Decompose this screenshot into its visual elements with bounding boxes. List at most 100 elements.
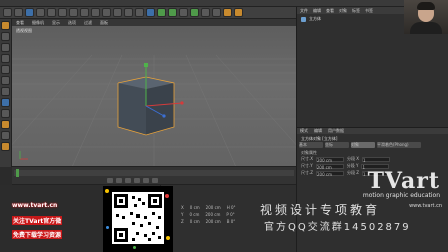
presenter-hair [417, 2, 435, 10]
size-y-field[interactable]: 200 cm [315, 163, 344, 170]
coord-z-size[interactable]: 200 cm [206, 219, 221, 224]
om-menu-file[interactable]: 文件 [300, 8, 308, 14]
presenter-body [410, 22, 442, 34]
undo-icon[interactable] [3, 8, 12, 17]
select-icon[interactable] [25, 8, 34, 17]
move-icon[interactable] [36, 8, 45, 17]
scale-icon[interactable] [47, 8, 56, 17]
seg-z-field[interactable]: 1 [362, 170, 391, 177]
viewport-menu-view[interactable]: 查看 [16, 20, 24, 26]
decor-dot [105, 189, 109, 193]
points-mode-icon[interactable] [1, 65, 10, 74]
axis-mode-icon[interactable] [1, 54, 10, 63]
attr-menu-mode[interactable]: 模式 [300, 128, 308, 134]
tab-coord-label: 坐标 [325, 142, 333, 147]
om-menu-objects[interactable]: 对象 [339, 8, 347, 14]
seg-x-label: 分段 X [347, 156, 360, 161]
cube-primitive-icon[interactable] [146, 8, 155, 17]
attr-menu-userdata[interactable]: 用户数据 [328, 128, 344, 134]
generator-icon[interactable] [157, 8, 166, 17]
object-list-item[interactable]: 立方体 [301, 16, 321, 22]
scene-icon[interactable] [212, 8, 221, 17]
tab-object[interactable]: 对象 [351, 142, 375, 148]
go-to-end-icon[interactable] [143, 178, 149, 183]
y-axis-icon[interactable] [80, 8, 89, 17]
seg-x-field[interactable]: 1 [362, 156, 391, 163]
viewport-menu-camera[interactable]: 摄像机 [32, 20, 44, 26]
coord-z-pos[interactable]: 0 cm [190, 219, 200, 224]
go-to-start-icon[interactable] [107, 178, 113, 183]
viewport-menu-display[interactable]: 显示 [52, 20, 60, 26]
lock-workplane-icon[interactable] [1, 142, 10, 151]
decor-dot [106, 226, 109, 229]
x-axis-icon[interactable] [69, 8, 78, 17]
enable-axis-icon[interactable] [1, 98, 10, 107]
tab-coord[interactable]: 坐标 [325, 142, 349, 148]
record-icon[interactable] [152, 178, 158, 183]
timeline[interactable] [12, 167, 296, 185]
tab-phong[interactable]: 平滑着色(Phong) [377, 142, 421, 148]
coord-z-rot[interactable]: B 0° [227, 219, 236, 224]
om-menu-edit[interactable]: 编辑 [313, 8, 321, 14]
playhead[interactable] [16, 169, 19, 177]
play-icon[interactable] [125, 178, 131, 183]
tab-basic-label: 基本 [299, 142, 307, 147]
perspective-viewport[interactable]: 查看 摄像机 显示 选项 过滤 面板 透视视图 [12, 19, 296, 167]
viewport-menu-panel[interactable]: 面板 [100, 20, 108, 26]
viewport-scene [12, 54, 296, 166]
promo-download: 免费下载学习资源 [12, 230, 63, 239]
render-picture-viewer-icon[interactable] [124, 8, 133, 17]
coord-row-x: X 0 cm 200 cm H 0° [181, 205, 236, 210]
coord-x-axis: X [181, 205, 184, 210]
attr-menu-edit[interactable]: 编辑 [314, 128, 322, 134]
size-x-field[interactable]: 200 cm [316, 156, 345, 163]
coord-y-rot[interactable]: P 0° [226, 212, 234, 217]
spline-icon[interactable] [168, 8, 177, 17]
tab-basic[interactable]: 基本 [299, 142, 323, 148]
camera-icon[interactable] [223, 8, 232, 17]
snap-icon[interactable] [1, 120, 10, 129]
om-menu-tags[interactable]: 标签 [352, 8, 360, 14]
coord-x-rot[interactable]: H 0° [227, 205, 236, 210]
menu-bar [0, 0, 448, 7]
coord-y-pos[interactable]: 0 cm [189, 212, 199, 217]
seg-y-label: 分段 Y [346, 163, 359, 168]
timeline-ruler[interactable] [14, 170, 294, 176]
viewport-menu-filter[interactable]: 过滤 [84, 20, 92, 26]
coord-y-size[interactable]: 200 cm [205, 212, 220, 217]
coord-row-y: Y 0 cm 200 cm P 0° [181, 212, 235, 217]
model-mode-icon[interactable] [1, 32, 10, 41]
nurbs-icon[interactable] [179, 8, 188, 17]
polygons-mode-icon[interactable] [1, 87, 10, 96]
size-z-label: 尺寸.Z [301, 170, 314, 175]
array-icon[interactable] [190, 8, 199, 17]
coord-row-z: Z 0 cm 200 cm B 0° [181, 219, 235, 224]
promo-overlay: www.tvart.cn 关注TVart官方微 免费下载学习资源 [12, 200, 100, 250]
rotate-icon[interactable] [58, 8, 67, 17]
redo-icon[interactable] [14, 8, 23, 17]
deformer-icon[interactable] [201, 8, 210, 17]
tweak-icon[interactable] [1, 109, 10, 118]
next-key-icon[interactable] [134, 178, 140, 183]
om-menu-bookmarks[interactable]: 书签 [365, 8, 373, 14]
size-z-field[interactable]: 200 cm [316, 170, 345, 177]
coordinate-system-icon[interactable] [102, 8, 111, 17]
z-axis-icon[interactable] [91, 8, 100, 17]
previous-key-icon[interactable] [116, 178, 122, 183]
render-settings-icon[interactable] [135, 8, 144, 17]
attribute-manager: 模式 编辑 用户数据 立方体对象 [立方体] 基本 坐标 对象 平滑着色(Pho… [296, 127, 448, 252]
make-editable-icon[interactable] [1, 21, 10, 30]
light-icon[interactable] [234, 8, 243, 17]
om-menu-view[interactable]: 查看 [326, 8, 334, 14]
decor-dot [165, 194, 169, 198]
seg-y-field[interactable]: 1 [361, 163, 390, 170]
texture-mode-icon[interactable] [1, 43, 10, 52]
promo-follow: 关注TVart官方微 [12, 216, 63, 225]
render-view-icon[interactable] [113, 8, 122, 17]
coord-z-axis: Z [181, 219, 184, 224]
coord-x-pos[interactable]: 0 cm [190, 205, 200, 210]
workplane-icon[interactable] [1, 131, 10, 140]
viewport-menu-options[interactable]: 选项 [68, 20, 76, 26]
coord-x-size[interactable]: 200 cm [206, 205, 221, 210]
edges-mode-icon[interactable] [1, 76, 10, 85]
